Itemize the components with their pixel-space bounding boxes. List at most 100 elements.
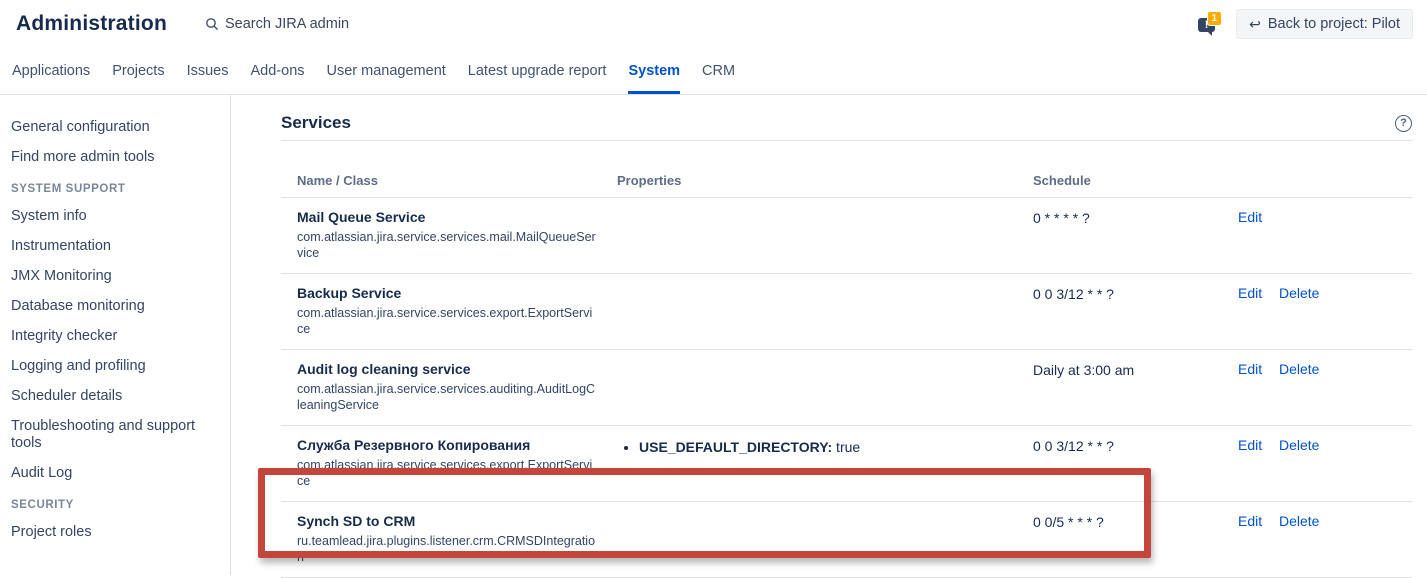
page-title: Administration: [16, 12, 167, 36]
service-delete-cell: Delete: [1279, 502, 1412, 578]
service-delete-cell: [1279, 198, 1412, 274]
schedule-value: 0 * * * * ?: [1033, 209, 1221, 227]
tab-applications[interactable]: Applications: [1, 48, 101, 94]
service-schedule-cell: 0 * * * * ?: [1033, 198, 1229, 274]
admin-sidebar: General configuration Find more admin too…: [0, 95, 231, 575]
schedule-value: Daily at 3:00 am: [1033, 361, 1221, 379]
main-content: Services ? Name / Class Properties Sched…: [231, 95, 1427, 575]
service-name-cell: Backup Servicecom.atlassian.jira.service…: [281, 274, 617, 350]
service-edit-cell: Edit: [1229, 502, 1279, 578]
service-schedule-cell: 0 0/5 * * * ?: [1033, 502, 1229, 578]
sidebar-item-audit-log[interactable]: Audit Log: [11, 465, 218, 482]
service-properties-cell: [617, 350, 1033, 426]
back-to-project-button[interactable]: ↩ Back to project: Pilot: [1236, 9, 1413, 39]
sidebar-item-integrity-checker[interactable]: Integrity checker: [11, 328, 218, 345]
service-row-: Служба Резервного Копирования com.atlassi…: [281, 426, 1412, 502]
sidebar-item-troubleshooting-and-support-tools[interactable]: Troubleshooting and support tools: [11, 418, 218, 452]
service-name-cell: Synch SD to CRM ru.teamlead.jira.plugins.…: [281, 502, 617, 578]
service-name-cell: Mail Queue Service com.atlassian.jira.ser…: [281, 198, 617, 274]
notifications-icon[interactable]: ! 1: [1198, 14, 1220, 34]
edit-link[interactable]: Edit: [1238, 209, 1262, 225]
tab-system[interactable]: System: [617, 48, 691, 94]
edit-link[interactable]: Edit: [1238, 437, 1262, 453]
sidebar-item-system-info[interactable]: System info: [11, 208, 218, 225]
properties-list: USE_DEFAULT_DIRECTORY: true: [617, 439, 1025, 456]
edit-link[interactable]: Edit: [1238, 361, 1262, 377]
tab-latest-upgrade-report[interactable]: Latest upgrade report: [457, 48, 618, 94]
service-name-cell: Служба Резервного Копирования com.atlassi…: [281, 426, 617, 502]
column-header-name-class: Name / Class: [281, 171, 617, 198]
sidebar-item-database-monitoring[interactable]: Database monitoring: [11, 298, 218, 315]
section-title: Services: [281, 113, 351, 133]
service-delete-cell: Delete: [1279, 274, 1412, 350]
delete-link[interactable]: Delete: [1279, 361, 1319, 377]
return-arrow-icon: ↩: [1249, 16, 1261, 33]
services-table: Name / Class Properties Schedule Mail Qu…: [281, 171, 1412, 578]
service-properties-cell: [617, 198, 1033, 274]
property-item: USE_DEFAULT_DIRECTORY: true: [639, 439, 1025, 456]
sidebar-item-scheduler-details[interactable]: Scheduler details: [11, 388, 218, 405]
service-properties-cell: [617, 274, 1033, 350]
service-row-mail-queue-service: Mail Queue Service com.atlassian.jira.ser…: [281, 198, 1412, 274]
sidebar-item-instrumentation[interactable]: Instrumentation: [11, 238, 218, 255]
delete-link[interactable]: Delete: [1279, 285, 1319, 301]
service-delete-cell: Delete: [1279, 426, 1412, 502]
service-name: Synch SD to CRM: [297, 513, 609, 530]
service-schedule-cell: 0 0 3/12 * * ?: [1033, 426, 1229, 502]
section-divider: [281, 140, 1412, 141]
sidebar-item-general-configuration[interactable]: General configuration: [11, 119, 218, 136]
service-edit-cell: Edit: [1229, 350, 1279, 426]
back-to-project-label: Back to project: Pilot: [1268, 16, 1400, 32]
tab-add-ons[interactable]: Add-ons: [240, 48, 316, 94]
schedule-value: 0 0 3/12 * * ?: [1033, 285, 1221, 303]
column-header-properties: Properties: [617, 171, 1033, 198]
edit-link[interactable]: Edit: [1238, 285, 1262, 301]
search-input[interactable]: [225, 16, 445, 32]
service-class: com.atlassian.jira.service.services.expo…: [297, 458, 597, 489]
schedule-value: 0 0/5 * * * ?: [1033, 513, 1221, 531]
sidebar-item-jmx-monitoring[interactable]: JMX Monitoring: [11, 268, 218, 285]
service-class: com.atlassian.jira.service.services.mail…: [297, 230, 597, 261]
service-name: Mail Queue Service: [297, 209, 609, 226]
app-header: Administration ! 1 ↩ Back to project: Pi…: [0, 0, 1427, 48]
service-edit-cell: Edit: [1229, 198, 1279, 274]
sidebar-item-logging-and-profiling[interactable]: Logging and profiling: [11, 358, 218, 375]
main-header: Services ?: [281, 113, 1412, 133]
tab-projects[interactable]: Projects: [101, 48, 175, 94]
services-table-body: Mail Queue Service com.atlassian.jira.ser…: [281, 198, 1412, 578]
service-edit-cell: Edit: [1229, 274, 1279, 350]
service-class: ru.teamlead.jira.plugins.listener.crm.CR…: [297, 534, 597, 565]
service-properties-cell: USE_DEFAULT_DIRECTORY: true: [617, 426, 1033, 502]
sidebar-item-find-more-admin-tools[interactable]: Find more admin tools: [11, 149, 218, 166]
tab-crm[interactable]: CRM: [691, 48, 746, 94]
service-row-synch-sd-to-crm: Synch SD to CRM ru.teamlead.jira.plugins.…: [281, 502, 1412, 578]
sidebar-section-header-security: SECURITY: [11, 499, 218, 511]
admin-search: [205, 16, 445, 32]
service-name: Служба Резервного Копирования: [297, 437, 609, 454]
edit-link[interactable]: Edit: [1238, 513, 1262, 529]
property-key: USE_DEFAULT_DIRECTORY:: [639, 439, 832, 455]
sidebar-section-header-system-support: SYSTEM SUPPORT: [11, 183, 218, 195]
service-schedule-cell: 0 0 3/12 * * ?: [1033, 274, 1229, 350]
service-edit-cell: Edit: [1229, 426, 1279, 502]
schedule-value: 0 0 3/12 * * ?: [1033, 437, 1221, 455]
table-header-row: Name / Class Properties Schedule: [281, 171, 1412, 198]
column-header-edit: [1229, 171, 1279, 198]
delete-link[interactable]: Delete: [1279, 437, 1319, 453]
delete-link[interactable]: Delete: [1279, 513, 1319, 529]
service-class: com.atlassian.jira.service.services.audi…: [297, 382, 597, 413]
service-name: Backup Service: [297, 285, 609, 302]
service-row-audit-log-cleaning-service: Audit log cleaning servicecom.atlassian.…: [281, 350, 1412, 426]
service-delete-cell: Delete: [1279, 350, 1412, 426]
search-icon: [205, 17, 219, 31]
help-icon[interactable]: ?: [1395, 115, 1412, 132]
service-row-backup-service: Backup Servicecom.atlassian.jira.service…: [281, 274, 1412, 350]
tab-user-management[interactable]: User management: [316, 48, 457, 94]
sidebar-item-project-roles[interactable]: Project roles: [11, 524, 218, 541]
tab-issues[interactable]: Issues: [176, 48, 240, 94]
body-row: General configuration Find more admin too…: [0, 95, 1427, 575]
column-header-delete: [1279, 171, 1412, 198]
service-properties-cell: [617, 502, 1033, 578]
service-schedule-cell: Daily at 3:00 am: [1033, 350, 1229, 426]
column-header-schedule: Schedule: [1033, 171, 1229, 198]
